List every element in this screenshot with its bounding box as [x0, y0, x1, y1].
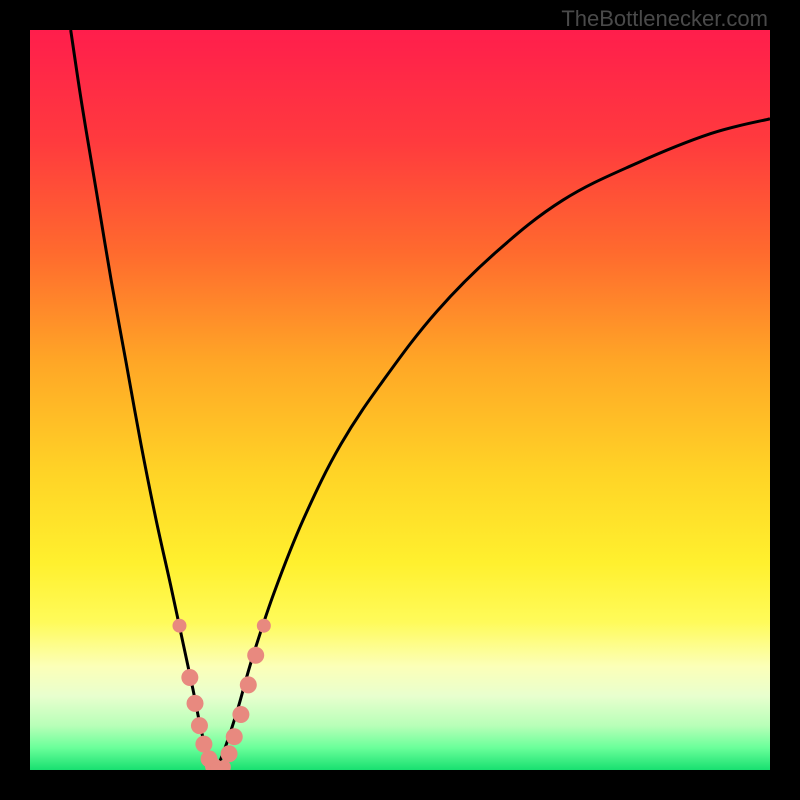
plot-area [30, 30, 770, 770]
chart-container: TheBottlenecker.com [0, 0, 800, 800]
marker-left-markers [187, 695, 204, 712]
marker-left-markers [172, 619, 186, 633]
marker-right-markers [247, 647, 264, 664]
gradient-rect [30, 30, 770, 770]
marker-left-markers [181, 669, 198, 686]
watermark-text: TheBottlenecker.com [561, 6, 768, 32]
chart-svg [30, 30, 770, 770]
marker-left-markers [195, 736, 212, 753]
marker-right-markers [226, 728, 243, 745]
marker-right-markers [240, 676, 257, 693]
marker-right-markers [221, 745, 238, 762]
marker-right-markers [232, 706, 249, 723]
marker-left-markers [191, 717, 208, 734]
marker-right-markers [257, 619, 271, 633]
